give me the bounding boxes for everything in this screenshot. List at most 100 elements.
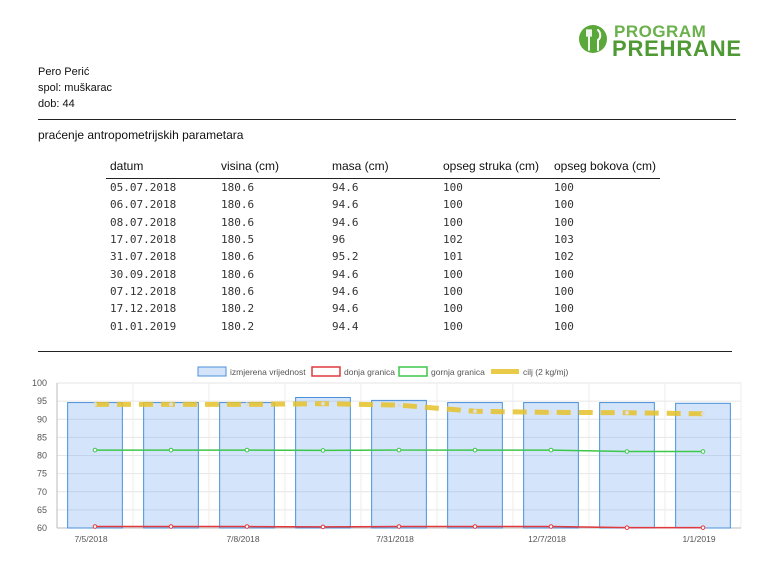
cell-mass: 96 <box>332 233 346 247</box>
x-tick-label: 7/5/2018 <box>74 534 107 544</box>
cell-waist: 100 <box>443 284 463 298</box>
person-age: dob: 44 <box>38 98 75 110</box>
cell-date: 07.12.2018 <box>110 284 177 298</box>
cell-waist: 100 <box>443 319 463 333</box>
cell-height: 180.2 <box>221 302 255 316</box>
y-tick-label: 60 <box>37 523 47 533</box>
point-upper-limit <box>92 447 98 453</box>
cell-waist: 102 <box>443 233 463 247</box>
cell-hips: 100 <box>554 267 574 281</box>
cell-height: 180.6 <box>221 267 255 281</box>
point-upper-limit <box>548 447 554 453</box>
legend-swatch-target <box>491 369 519 374</box>
cell-mass: 94.4 <box>332 319 359 333</box>
point-lower-limit <box>472 524 478 529</box>
bar-measured-value <box>599 402 655 529</box>
y-tick-label: 80 <box>37 451 47 461</box>
cell-waist: 100 <box>443 302 463 316</box>
cell-hips: 100 <box>554 302 574 316</box>
table-row: 17.07.2018 180.5 96 102 103 <box>106 231 660 248</box>
legend-swatch-line <box>398 366 428 377</box>
legend-label: izmjerena vrijednost <box>230 367 306 377</box>
point-lower-limit <box>320 524 326 530</box>
cell-height: 180.2 <box>221 319 255 333</box>
cell-height: 180.6 <box>221 284 255 298</box>
point-target <box>321 401 325 406</box>
legend-label: cilj (2 kg/mj) <box>523 367 569 377</box>
header-hips: opseg bokova (cm) <box>550 157 661 179</box>
point-target <box>625 410 629 415</box>
bar-measured-value <box>675 402 731 529</box>
point-lower-limit <box>548 524 554 529</box>
table-row: 01.01.2019 180.2 94.4 100 100 <box>106 317 660 334</box>
cell-date: 05.07.2018 <box>110 181 177 195</box>
table-row: 30.09.2018 180.6 94.6 100 100 <box>106 265 660 282</box>
cell-hips: 103 <box>554 233 574 247</box>
y-tick-label: 65 <box>37 505 47 515</box>
cell-height: 180.5 <box>221 233 255 247</box>
x-tick-label: 7/8/2018 <box>226 534 259 544</box>
cell-mass: 94.6 <box>332 215 359 229</box>
person-sex: spol: muškarac <box>38 82 112 94</box>
logo-text-prehrane: PREHRANE <box>612 36 742 61</box>
point-target <box>93 402 97 407</box>
y-tick-label: 85 <box>37 432 47 442</box>
cell-waist: 100 <box>443 198 463 212</box>
weight-chart: 60 65 70 75 80 85 90 95 100 7/5/2018 7/8/2018 7/31/… <box>32 366 742 544</box>
top-divider <box>38 119 736 120</box>
x-tick-label: 1/1/2019 <box>682 534 715 544</box>
y-tick-label: 100 <box>32 378 47 388</box>
table-row: 17.12.2018 180.2 94.6 100 100 <box>106 300 660 317</box>
point-lower-limit <box>396 524 402 529</box>
point-target <box>473 409 477 414</box>
bar-measured-value <box>371 399 427 529</box>
table-row: 07.12.2018 180.6 94.6 100 100 <box>106 283 660 300</box>
header-height: visina (cm) <box>217 157 328 179</box>
header-date: datum <box>106 157 217 179</box>
point-target <box>169 402 173 407</box>
bar-measured-value <box>523 402 579 529</box>
cell-height: 180.6 <box>221 198 255 212</box>
cell-date: 30.09.2018 <box>110 267 177 281</box>
cell-mass: 94.6 <box>332 284 359 298</box>
point-lower-limit <box>244 524 250 529</box>
cell-waist: 101 <box>443 250 463 264</box>
cell-height: 180.6 <box>221 215 255 229</box>
point-lower-limit <box>700 525 706 530</box>
table-row: 06.07.2018 180.6 94.6 100 100 <box>106 196 660 213</box>
cell-date: 31.07.2018 <box>110 250 177 264</box>
cell-date: 17.12.2018 <box>110 302 177 316</box>
y-tick-label: 90 <box>37 414 47 424</box>
y-tick-label: 95 <box>37 396 47 406</box>
point-upper-limit <box>472 447 478 453</box>
chart-divider <box>38 351 732 352</box>
point-lower-limit <box>624 525 630 530</box>
header-mass: masa (cm) <box>328 157 439 179</box>
cell-waist: 100 <box>443 181 463 195</box>
bar-measured-value <box>143 402 199 529</box>
point-upper-limit <box>624 449 630 454</box>
cell-mass: 94.6 <box>332 267 359 281</box>
cell-hips: 100 <box>554 181 574 195</box>
person-info: Pero Perić spol: muškarac dob: 44 <box>38 64 112 112</box>
point-target <box>701 411 705 416</box>
cell-mass: 94.6 <box>332 302 359 316</box>
point-upper-limit <box>168 447 174 453</box>
bar-measured-value <box>67 402 123 529</box>
bar-measured-value <box>295 397 351 529</box>
cell-height: 180.6 <box>221 250 255 264</box>
legend-label: donja granica <box>344 367 395 377</box>
point-upper-limit <box>700 449 706 454</box>
point-upper-limit <box>320 448 326 453</box>
table-row: 31.07.2018 180.6 95.2 101 102 <box>106 248 660 265</box>
legend-label: gornja granica <box>431 367 485 377</box>
cell-mass: 94.6 <box>332 198 359 212</box>
bar-measured-value <box>219 402 275 529</box>
cell-waist: 100 <box>443 215 463 229</box>
cell-date: 06.07.2018 <box>110 198 177 212</box>
y-tick-label: 70 <box>37 487 47 497</box>
cell-hips: 100 <box>554 198 574 212</box>
point-target <box>397 403 401 408</box>
cell-date: 17.07.2018 <box>110 233 177 247</box>
point-lower-limit <box>92 524 98 529</box>
